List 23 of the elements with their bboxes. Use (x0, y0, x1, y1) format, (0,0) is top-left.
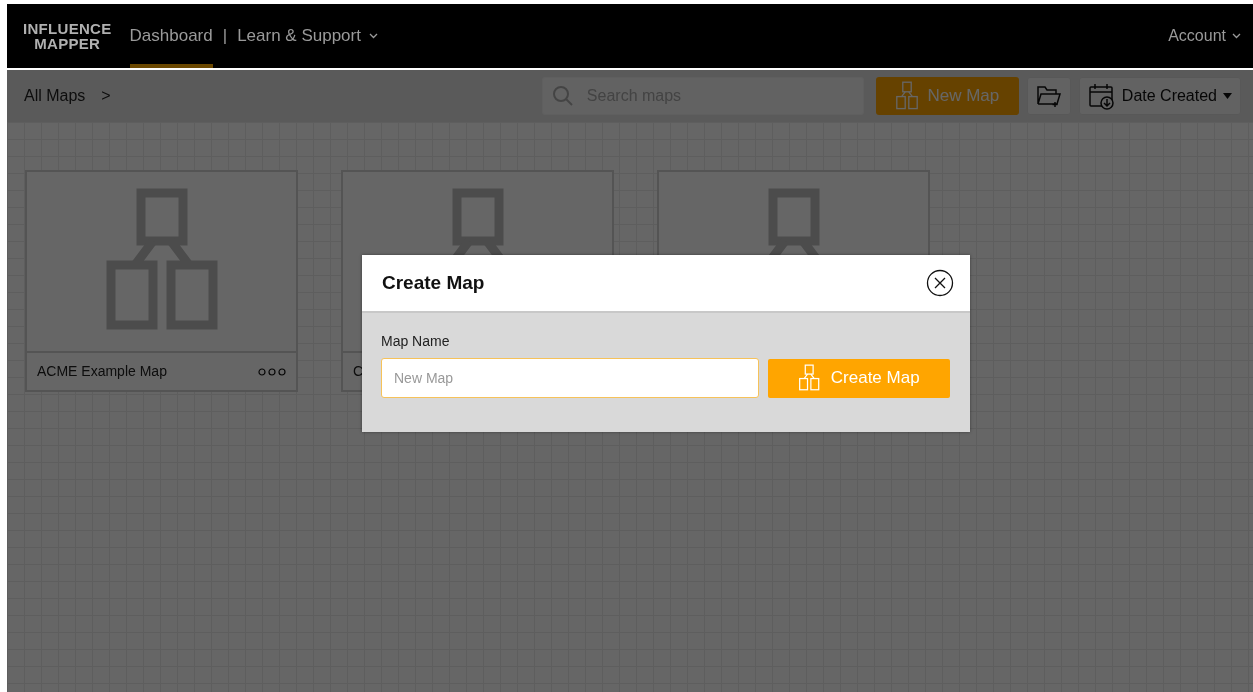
map-name-field[interactable]: New Map (381, 358, 759, 398)
create-map-button[interactable]: Create Map (768, 358, 950, 398)
caret-icon (1223, 93, 1232, 99)
field-label: Map Name (381, 332, 451, 351)
logo-text: MAPPER (34, 36, 101, 51)
logo-text: INFLUENCE (23, 21, 112, 36)
nav-link[interactable]: Learn & Support (237, 4, 378, 68)
new-folder-button[interactable] (1026, 77, 1071, 115)
map-title: C (353, 362, 364, 381)
breadcrumb-link[interactable]: All Maps (24, 84, 86, 108)
close-icon (926, 269, 954, 297)
map-title: ACME Example Map (37, 362, 167, 381)
org-chart-icon (895, 81, 920, 111)
close-button[interactable] (926, 269, 954, 297)
breadcrumb-separator: > (101, 86, 111, 106)
nav-separator: | (222, 25, 228, 48)
account-menu[interactable]: Account (1168, 24, 1241, 48)
modal-title: Create Map (382, 271, 485, 295)
calendar-download-icon (1087, 82, 1116, 110)
org-chart-icon (798, 364, 821, 392)
sort-button[interactable]: Date Created (1078, 77, 1241, 115)
map-card[interactable]: ACME Example Map (25, 170, 298, 392)
folder-plus-icon (1035, 84, 1062, 108)
